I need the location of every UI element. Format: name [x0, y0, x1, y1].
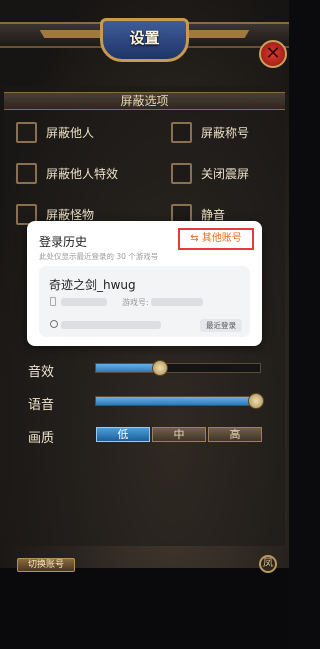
- header-ornament-right: [184, 30, 250, 38]
- clock-icon: [50, 320, 58, 328]
- option-disable-shake[interactable]: 关闭震屏: [171, 162, 249, 184]
- account-name: 奇迹之剑_hwug: [49, 278, 136, 292]
- checkbox[interactable]: [16, 162, 37, 184]
- masked-phone: [61, 298, 107, 306]
- close-icon: ✕: [265, 43, 281, 64]
- other-account-button[interactable]: ⇆ 其他账号: [178, 228, 254, 250]
- voice-label: 语音: [28, 398, 55, 413]
- switch-account-button[interactable]: 切换账号: [17, 558, 75, 572]
- option-label: 关闭震屏: [201, 166, 250, 181]
- bottom-bar: [0, 568, 289, 649]
- masked-login-time: [61, 321, 161, 329]
- page-title: 设置: [100, 18, 189, 62]
- close-button[interactable]: ✕: [259, 40, 287, 68]
- quality-high-button[interactable]: 高: [208, 427, 262, 442]
- game-id-label: 游戏号:: [122, 298, 149, 307]
- checkbox[interactable]: [16, 121, 37, 143]
- recent-login-badge: 最近登录: [200, 319, 242, 332]
- corner-menu-icon[interactable]: 凤: [259, 555, 277, 573]
- option-label: 屏蔽怪物: [46, 207, 95, 222]
- option-label: 屏蔽他人: [46, 125, 95, 140]
- phone-icon: [50, 297, 56, 306]
- header-ornament-left: [39, 30, 105, 38]
- option-hide-players[interactable]: 屏蔽他人: [16, 121, 94, 143]
- quality-low-button[interactable]: 低: [96, 427, 150, 442]
- checkbox[interactable]: [171, 121, 192, 143]
- sound-slider-fill: [96, 364, 160, 372]
- quality-medium-button[interactable]: 中: [152, 427, 206, 442]
- account-card[interactable]: 奇迹之剑_hwug 游戏号: 最近登录: [39, 266, 250, 337]
- popup-subtitle: 此处仅显示最近登录的 30 个游戏号: [39, 252, 159, 261]
- sound-slider[interactable]: [95, 360, 261, 376]
- option-label: 屏蔽称号: [201, 125, 250, 140]
- option-label: 屏蔽他人特效: [46, 166, 119, 181]
- sound-label: 音效: [28, 365, 55, 380]
- voice-slider-knob[interactable]: [248, 393, 264, 409]
- masked-game-id: [151, 298, 203, 306]
- checkbox[interactable]: [171, 162, 192, 184]
- option-hide-titles[interactable]: 屏蔽称号: [171, 121, 249, 143]
- voice-slider-fill: [96, 397, 260, 405]
- quality-label: 画质: [28, 431, 55, 446]
- login-history-popup: 登录历史 此处仅显示最近登录的 30 个游戏号 ⇆ 其他账号 奇迹之剑_hwug…: [27, 221, 262, 346]
- option-hide-effects[interactable]: 屏蔽他人特效: [16, 162, 118, 184]
- option-label: 静音: [201, 207, 226, 222]
- sound-slider-knob[interactable]: [152, 360, 168, 376]
- popup-title: 登录历史: [39, 235, 88, 249]
- voice-slider[interactable]: [95, 393, 264, 409]
- shield-section-title: 屏蔽选项: [4, 92, 285, 110]
